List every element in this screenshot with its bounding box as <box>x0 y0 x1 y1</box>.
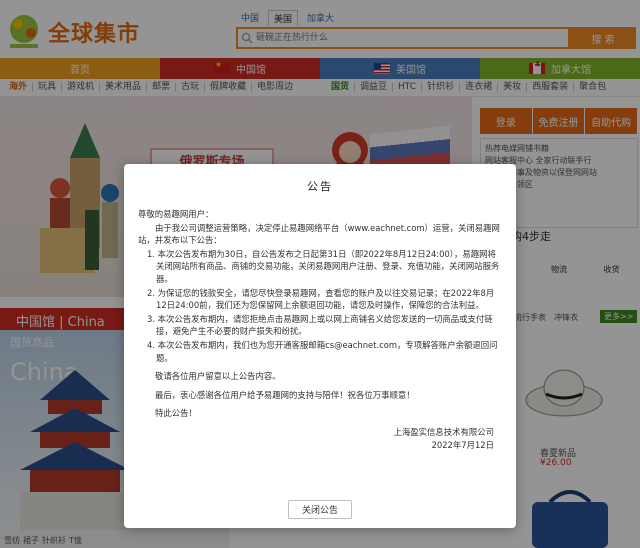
modal-intro: 由于我公司调整运营策略，决定停止易趣网络平台（www.eachnet.com）运… <box>138 222 500 246</box>
modal-title: 公告 <box>307 180 333 193</box>
announcement-modal: 公告 尊敬的易趣网用户： 由于我公司调整运营策略，决定停止易趣网络平台（www.… <box>124 164 516 528</box>
announcement-item: 3. 本次公告发布期内，请您拒绝点击易趣网上或以网上商铺名义给您发送的一切商品或… <box>147 313 493 337</box>
announcement-item: 1. 本次公告发布期为30日，自公告发布之日起第31日（即2022年8月12日2… <box>147 248 500 284</box>
modal-date: 2022年7月12日 <box>431 439 494 450</box>
modal-company: 上海盈实信息技术有限公司 <box>393 426 495 437</box>
announcement-item: 2. 为保证您的钱款安全，请您尽快登录易趣网，查看您的账户及以往交易记录；在20… <box>147 287 495 311</box>
modal-body: 尊敬的易趣网用户： 由于我公司调整运营策略，决定停止易趣网络平台（www.eac… <box>138 208 504 451</box>
announcement-list: 1. 本次公告发布期为30日，自公告发布之日起第31日（即2022年8月12日2… <box>138 248 504 364</box>
close-announcement-button[interactable]: 关闭公告 <box>288 500 352 519</box>
modal-thanks: 最后，衷心感谢各位用户给予易趣网的支持与陪伴！祝各位万事顺意！ <box>155 389 415 400</box>
modal-special: 特此公告！ <box>155 408 197 419</box>
modal-notice: 敬请各位用户留意以上公告内容。 <box>155 371 281 382</box>
modal-greeting: 尊敬的易趣网用户： <box>138 209 214 219</box>
announcement-item: 4. 本次公告发布期内，我们也为您开通客服邮箱cs@eachnet.com，专项… <box>147 339 498 363</box>
